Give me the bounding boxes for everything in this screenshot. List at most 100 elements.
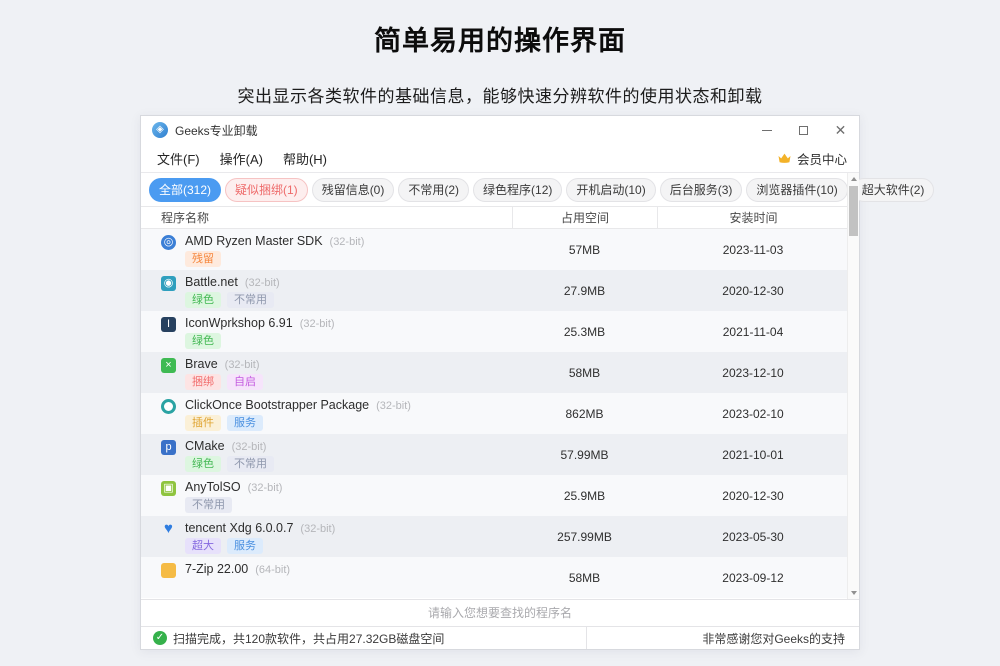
- table-row[interactable]: pCMake(32-bit)绿色不常用57.99MB2021-10-01: [141, 434, 849, 475]
- menu-item-0[interactable]: 文件(F): [147, 145, 210, 172]
- app-size: 58MB: [512, 557, 657, 598]
- table-row[interactable]: ◉Battle.net(32-bit)绿色不常用27.9MB2020-12-30: [141, 270, 849, 311]
- app-install-date: 2023-11-03: [657, 229, 849, 270]
- app-tags: 绿色: [185, 333, 221, 349]
- app-name: AnyTolSO(32-bit): [185, 480, 282, 494]
- tag-bundle: 捆绑: [185, 374, 221, 390]
- menu-item-1[interactable]: 操作(A): [210, 145, 273, 172]
- app-arch: (32-bit): [330, 236, 365, 248]
- app-name: 7-Zip 22.00(64-bit): [185, 562, 290, 576]
- table-row[interactable]: ▣AnyTolSO(32-bit)不常用25.9MB2020-12-30: [141, 475, 849, 516]
- clickonce-bootstrapper-package-app-icon: [161, 399, 176, 414]
- menu-item-2[interactable]: 帮助(H): [273, 145, 337, 172]
- tag-unused: 不常用: [227, 292, 274, 308]
- app-size: 862MB: [512, 393, 657, 434]
- app-size: 58MB: [512, 352, 657, 393]
- app-tags: 超大服务: [185, 538, 263, 554]
- table-row[interactable]: ×Brave(32-bit)捆绑自启58MB2023-12-10: [141, 352, 849, 393]
- scan-status-text: 扫描完成，共120款软件，共占用27.32GB磁盘空间: [173, 630, 444, 647]
- app-arch: (32-bit): [300, 318, 335, 330]
- app-arch: (32-bit): [248, 482, 283, 494]
- app-tags: 插件服务: [185, 415, 263, 431]
- tag-unused: 不常用: [227, 456, 274, 472]
- app-name: tencent Xdg 6.0.0.7(32-bit): [185, 521, 335, 535]
- app-install-date: 2021-10-01: [657, 434, 849, 475]
- app-arch: (32-bit): [300, 523, 335, 535]
- app-install-date: 2020-12-30: [657, 475, 849, 516]
- tag-residual: 残留: [185, 251, 221, 267]
- tag-service: 服务: [227, 415, 263, 431]
- maximize-button[interactable]: [785, 116, 822, 144]
- app-arch: (32-bit): [376, 400, 411, 412]
- app-name: CMake(32-bit): [185, 439, 266, 453]
- tag-huge: 超大: [185, 538, 221, 554]
- page-title: 简单易用的操作界面: [0, 0, 1000, 58]
- filter-tab-8[interactable]: 超大软件(2): [852, 178, 935, 202]
- app-install-date: 2023-02-10: [657, 393, 849, 434]
- app-size: 27.9MB: [512, 270, 657, 311]
- member-center-button[interactable]: 会员中心: [777, 149, 847, 168]
- column-header-date: 安装时间: [657, 207, 849, 228]
- app-size: 25.9MB: [512, 475, 657, 516]
- table-row[interactable]: 7-Zip 22.00(64-bit) 58MB2023-09-12: [141, 557, 849, 598]
- table-row[interactable]: ♥ tencent Xdg 6.0.0.7(32-bit) 超大服务 257.99MB…: [141, 516, 849, 557]
- brave-app-icon: ×: [161, 358, 176, 373]
- filter-tab-6[interactable]: 后台服务(3): [660, 178, 743, 202]
- app-size: 257.99MB: [512, 516, 657, 557]
- filter-tab-1[interactable]: 疑似捆绑(1): [225, 178, 308, 202]
- app-install-date: 2023-12-10: [657, 352, 849, 393]
- search-bar: [141, 599, 859, 626]
- scroll-down-icon[interactable]: [848, 587, 859, 599]
- amd-ryzen-master-sdk-app-icon: ◎: [161, 235, 176, 250]
- app-tags: 绿色不常用: [185, 292, 274, 308]
- minimize-button[interactable]: [748, 116, 785, 144]
- tag-plugin: 插件: [185, 415, 221, 431]
- app-install-date: 2023-05-30: [657, 516, 849, 557]
- window-controls: ✕: [748, 116, 859, 144]
- close-button[interactable]: ✕: [822, 116, 859, 144]
- app-arch: (64-bit): [255, 564, 290, 576]
- app-name: Battle.net(32-bit): [185, 275, 280, 289]
- filter-tab-3[interactable]: 不常用(2): [398, 178, 469, 202]
- app-size: 57MB: [512, 229, 657, 270]
- filter-tab-7[interactable]: 浏览器插件(10): [746, 178, 847, 202]
- scrollbar[interactable]: [847, 173, 859, 599]
- tencent-xdg-6-0-0-7-app-icon: ♥: [161, 522, 176, 537]
- table-row[interactable]: ClickOnce Bootstrapper Package(32-bit)插件…: [141, 393, 849, 434]
- app-tags: 绿色不常用: [185, 456, 274, 472]
- filter-tab-2[interactable]: 残留信息(0): [312, 178, 395, 202]
- scroll-up-icon[interactable]: [848, 173, 859, 185]
- scrollbar-thumb[interactable]: [849, 186, 858, 236]
- scan-status: ✓ 扫描完成，共120款软件，共占用27.32GB磁盘空间: [141, 630, 586, 647]
- table-row[interactable]: IIconWprkshop 6.91(32-bit)绿色25.3MB2021-1…: [141, 311, 849, 352]
- app-name: IconWprkshop 6.91(32-bit): [185, 316, 335, 330]
- table-row[interactable]: ◎AMD Ryzen Master SDK(32-bit)残留57MB2023-…: [141, 229, 849, 270]
- app-arch: (32-bit): [225, 359, 260, 371]
- tag-green: 绿色: [185, 333, 221, 349]
- app-tags: 捆绑自启: [185, 374, 263, 390]
- app-install-date: 2023-09-12: [657, 557, 849, 598]
- check-icon: ✓: [153, 631, 167, 645]
- filter-tab-5[interactable]: 开机启动(10): [566, 178, 655, 202]
- iconwprkshop-6-91-app-icon: I: [161, 317, 176, 332]
- anytolso-app-icon: ▣: [161, 481, 176, 496]
- cmake-app-icon: p: [161, 440, 176, 455]
- tag-green: 绿色: [185, 292, 221, 308]
- filter-tabs: 全部(312)疑似捆绑(1)残留信息(0)不常用(2)绿色程序(12)开机启动(…: [141, 173, 847, 206]
- maximize-icon: [799, 126, 808, 135]
- page-subtitle: 突出显示各类软件的基础信息，能够快速分辨软件的使用状态和卸载: [0, 82, 1000, 107]
- crown-icon: [777, 152, 792, 165]
- table-header: 程序名称 占用空间 安装时间: [141, 206, 849, 229]
- tag-autostart: 自启: [227, 374, 263, 390]
- app-arch: (32-bit): [232, 441, 267, 453]
- tag-green: 绿色: [185, 456, 221, 472]
- minimize-icon: [762, 130, 772, 131]
- filter-tab-4[interactable]: 绿色程序(12): [473, 178, 562, 202]
- search-input[interactable]: [141, 600, 859, 626]
- close-icon: ✕: [835, 123, 847, 137]
- member-center-label: 会员中心: [797, 149, 847, 168]
- app-size: 25.3MB: [512, 311, 657, 352]
- filter-tab-0[interactable]: 全部(312): [149, 178, 221, 202]
- software-list: ◎AMD Ryzen Master SDK(32-bit)残留57MB2023-…: [141, 229, 849, 599]
- menubar: 文件(F)操作(A)帮助(H) 会员中心: [141, 144, 859, 173]
